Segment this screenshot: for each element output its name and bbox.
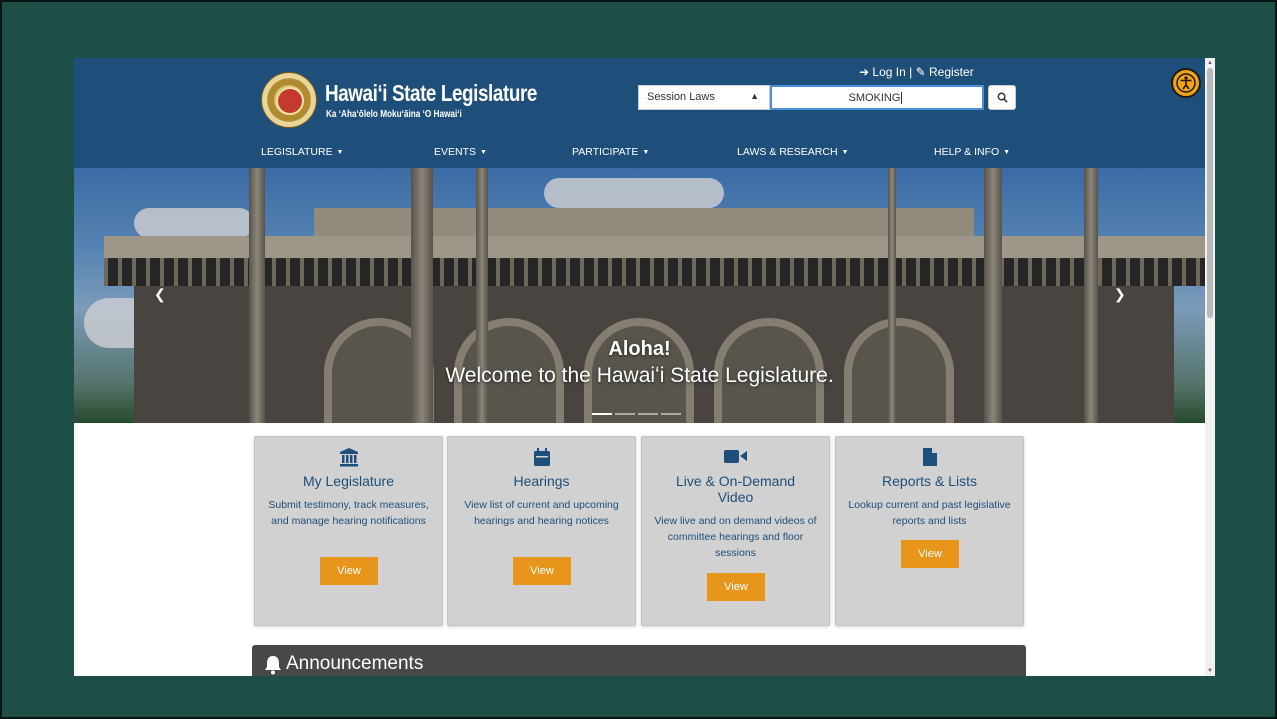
scroll-thumb[interactable] xyxy=(1207,68,1213,318)
caret-down-icon: ▼ xyxy=(1003,148,1011,156)
calendar-icon xyxy=(533,448,550,466)
caret-down-icon: ▼ xyxy=(480,148,487,156)
card-description: View list of current and upcoming hearin… xyxy=(464,499,619,527)
card-title: My Legislature xyxy=(302,473,395,489)
accessibility-button[interactable] xyxy=(1171,68,1201,98)
card-live-video: Live & On-Demand Video View live and on … xyxy=(641,436,830,626)
bell-icon xyxy=(265,656,281,675)
search-button[interactable] xyxy=(988,85,1016,110)
site-subtitle: Ka ʻAhaʻōlelo Mokuʻāina ʻO Hawaiʻi xyxy=(326,109,462,120)
browser-viewport: Hawaiʻi State Legislature Ka ʻAhaʻōlelo … xyxy=(74,58,1215,676)
carousel-prev-icon[interactable]: ❮ xyxy=(154,286,166,303)
card-description: View live and on demand videos of commit… xyxy=(654,515,817,559)
caret-down-icon: ▼ xyxy=(642,148,650,156)
card-title: Hearings xyxy=(513,473,570,489)
nav-laws-research[interactable]: LAWS & RESEARCH ▼ xyxy=(737,146,849,158)
carousel-indicator[interactable] xyxy=(638,413,658,415)
card-reports-lists: Reports & Lists Lookup current and past … xyxy=(835,436,1024,626)
edit-icon: ✎ xyxy=(915,64,926,79)
view-button[interactable]: View xyxy=(513,557,571,585)
card-description: Lookup current and past legislative repo… xyxy=(848,499,1011,527)
auth-links: ➜ Log In | ✎ Register xyxy=(859,64,974,79)
search-icon xyxy=(997,92,1008,103)
view-button[interactable]: View xyxy=(320,557,378,585)
announcements-panel: Announcements xyxy=(252,645,1026,676)
register-link[interactable]: Register xyxy=(929,65,974,79)
card-hearings: Hearings View list of current and upcomi… xyxy=(447,436,636,626)
nav-participate[interactable]: PARTICIPATE ▼ xyxy=(572,146,649,158)
auth-separator: | xyxy=(909,64,913,79)
main-nav: LEGISLATURE ▼ EVENTS ▼ PARTICIPATE ▼ LAWS &… xyxy=(74,146,1205,168)
search-scope-select[interactable]: Session Laws ▲︎ xyxy=(638,85,770,110)
scroll-up-icon[interactable]: ▲ xyxy=(1206,59,1214,67)
search-input[interactable]: SMOKING xyxy=(770,85,984,110)
screen-frame: Hawaiʻi State Legislature Ka ʻAhaʻōlelo … xyxy=(0,0,1277,719)
login-link[interactable]: Log In xyxy=(872,65,905,79)
nav-events[interactable]: EVENTS ▼ xyxy=(434,146,487,158)
page-scrollbar[interactable]: ▲ ▼ xyxy=(1205,58,1215,676)
video-icon xyxy=(723,450,747,463)
hero-subtitle: Welcome to the Hawaiʻi State Legislature… xyxy=(445,364,834,387)
carousel-indicator[interactable] xyxy=(661,413,681,415)
hero-title: Aloha! xyxy=(608,338,671,360)
accessibility-icon xyxy=(1176,73,1196,93)
carousel-next-icon[interactable]: ❯ xyxy=(1114,286,1126,303)
card-description: Submit testimony, track measures, and ma… xyxy=(268,499,429,527)
state-seal-logo[interactable] xyxy=(261,72,317,128)
carousel-indicators xyxy=(592,402,684,420)
announcements-title: Announcements xyxy=(286,653,424,674)
select-caret-icon: ▲︎ xyxy=(750,91,759,101)
sign-in-icon: ➜ xyxy=(859,64,870,79)
caret-down-icon: ▼ xyxy=(336,148,344,156)
card-title: Reports & Lists xyxy=(882,473,977,489)
search-scope-value: Session Laws xyxy=(647,91,715,103)
view-button[interactable]: View xyxy=(901,540,959,568)
search-input-value: SMOKING xyxy=(848,92,901,104)
card-title: Live & On-Demand Video xyxy=(675,473,796,505)
view-button[interactable]: View xyxy=(707,573,765,601)
scroll-down-icon[interactable]: ▼ xyxy=(1206,667,1214,675)
carousel-indicator[interactable] xyxy=(615,413,635,415)
landmark-icon xyxy=(339,448,358,467)
card-my-legislature: My Legislature Submit testimony, track m… xyxy=(254,436,443,626)
site-title[interactable]: Hawaiʻi State Legislature xyxy=(325,80,537,107)
nav-legislature[interactable]: LEGISLATURE ▼ xyxy=(261,146,344,158)
caret-down-icon: ▼ xyxy=(841,148,849,156)
hero-carousel: ❮ ❯ Aloha! Welcome to the Hawaiʻi State … xyxy=(74,168,1205,423)
text-cursor xyxy=(901,92,906,104)
file-icon xyxy=(922,448,937,466)
carousel-indicator[interactable] xyxy=(592,413,612,415)
site-header: Hawaiʻi State Legislature Ka ʻAhaʻōlelo … xyxy=(74,58,1205,168)
nav-help-info[interactable]: HELP & INFO ▼ xyxy=(934,146,1010,158)
